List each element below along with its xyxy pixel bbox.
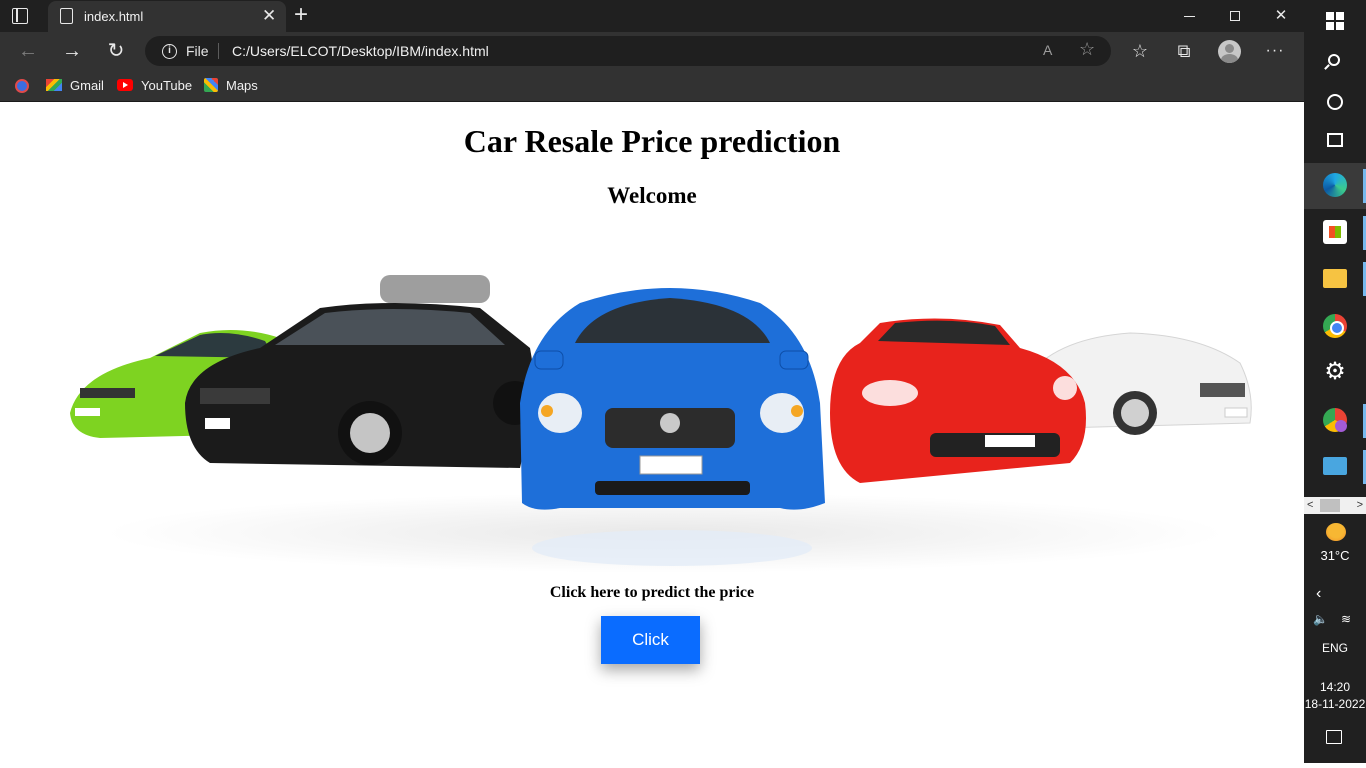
bookmark-label: Maps (226, 78, 258, 93)
more-icon[interactable]: ··· (1262, 38, 1288, 64)
clock-date[interactable]: 18-11-2022 (1304, 697, 1366, 711)
control-panel-icon (1323, 457, 1347, 475)
reload-icon[interactable]: ↻ (103, 38, 129, 64)
bookmark-gmail[interactable]: Gmail (46, 76, 104, 96)
back-icon[interactable]: ← (15, 38, 41, 64)
profile-icon[interactable] (1218, 40, 1241, 63)
close-window-button[interactable]: ✕ (1258, 4, 1304, 28)
search-icon (1328, 54, 1340, 66)
address-url[interactable]: C:/Users/ELCOT/Desktop/IBM/index.html (232, 43, 489, 59)
address-bar[interactable]: i File C:/Users/ELCOT/Desktop/IBM/index.… (145, 36, 1111, 66)
restore-button[interactable] (1212, 4, 1258, 28)
edge-icon (1323, 173, 1347, 197)
gear-icon: ⚙ (1324, 358, 1346, 385)
tab-bar: index.html ✕ + ✕ (0, 0, 1304, 32)
youtube-icon (117, 79, 133, 91)
scroll-thumb[interactable] (1320, 499, 1340, 512)
volume-icon[interactable]: 🔈 (1313, 612, 1328, 626)
folder-icon (1323, 269, 1347, 288)
taskbar-control-panel[interactable] (1304, 444, 1366, 490)
forward-icon[interactable]: → (59, 38, 85, 64)
windows-icon (1326, 12, 1344, 30)
add-favorite-icon[interactable]: ☆ (1079, 39, 1095, 60)
temperature[interactable]: 31°C (1304, 548, 1366, 563)
read-aloud-icon[interactable]: A (1043, 42, 1052, 58)
page-title: Car Resale Price prediction (463, 123, 841, 159)
page-content: Car Resale Price prediction Welcome Clic… (0, 103, 1304, 768)
store-icon (1323, 220, 1347, 244)
bookmark-label: YouTube (141, 78, 193, 93)
bookmark-label: Gmail (70, 78, 104, 93)
favorites-icon[interactable]: ☆ (1127, 38, 1153, 64)
task-view-icon (1327, 133, 1343, 147)
bookmark-youtube[interactable]: YouTube (117, 76, 192, 96)
show-desktop-strip[interactable] (1304, 763, 1366, 768)
chrome-profile-icon (1323, 408, 1347, 432)
tab-close-icon[interactable]: ✕ (262, 6, 276, 26)
address-scheme-label: File (186, 43, 209, 59)
chrome-icon (1323, 314, 1347, 338)
predict-prompt: Click here to predict the price (549, 584, 755, 601)
predict-click-button[interactable]: Click (601, 616, 700, 664)
cortana-icon (1327, 94, 1343, 110)
tab-index[interactable]: index.html ✕ (48, 1, 286, 32)
extension-icon[interactable] (15, 79, 29, 93)
taskbar-edge[interactable] (1304, 163, 1366, 209)
taskbar-settings[interactable]: ⚙ (1304, 350, 1366, 396)
clock-time[interactable]: 14:20 (1304, 680, 1366, 694)
notifications-icon[interactable] (1326, 730, 1342, 744)
taskbar-file-explorer[interactable] (1304, 256, 1366, 302)
browser-toolbar: ← → ↻ i File C:/Users/ELCOT/Desktop/IBM/… (0, 32, 1304, 70)
taskbar-store[interactable] (1304, 210, 1366, 256)
weather-icon[interactable] (1326, 523, 1346, 541)
bookmarks-bar: Gmail YouTube Maps (0, 70, 1304, 102)
browser-window: index.html ✕ + ✕ ← → ↻ i File C:/Users/E… (0, 0, 1304, 768)
minimize-button[interactable] (1166, 4, 1212, 28)
welcome-heading: Welcome (607, 183, 697, 208)
language-indicator[interactable]: ENG (1304, 641, 1366, 655)
taskbar-chrome-profile[interactable] (1304, 398, 1366, 444)
taskbar-scrollbar[interactable]: < > (1304, 497, 1366, 514)
info-icon[interactable]: i (162, 44, 177, 59)
maps-icon (204, 78, 218, 92)
file-icon (60, 8, 73, 24)
taskbar-chrome[interactable] (1304, 304, 1366, 350)
address-divider (218, 43, 219, 59)
scroll-left-icon[interactable]: < (1307, 497, 1313, 514)
bookmark-maps[interactable]: Maps (204, 76, 258, 96)
cars-image (70, 275, 1252, 573)
new-tab-icon[interactable]: + (294, 2, 308, 28)
tab-title: index.html (84, 9, 144, 24)
task-view-button[interactable] (1304, 118, 1366, 164)
gmail-icon (46, 79, 62, 91)
scroll-right-icon[interactable]: > (1357, 497, 1363, 514)
black-car (185, 275, 537, 468)
windows-taskbar: ⚙ < > 31°C ‹ 🔈 ≋ ENG 14:20 18-11-2022 (1304, 0, 1366, 768)
wifi-icon[interactable]: ≋ (1341, 612, 1351, 626)
red-car (830, 318, 1086, 483)
tab-actions-icon[interactable] (12, 8, 28, 24)
show-hidden-icons-icon[interactable]: ‹ (1316, 585, 1321, 603)
collections-icon[interactable]: ⧉ (1171, 38, 1197, 64)
